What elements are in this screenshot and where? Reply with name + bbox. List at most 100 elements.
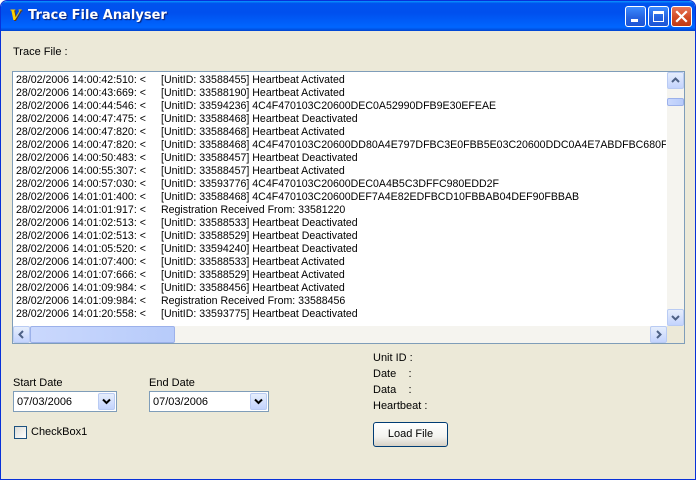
checkbox1[interactable] (14, 426, 27, 439)
scroll-up-button[interactable] (667, 72, 684, 89)
trace-timestamp: 28/02/2006 14:00:55:307: < (16, 165, 146, 177)
trace-line[interactable]: 28/02/2006 14:01:07:400: < [UnitID: 33588… (16, 256, 666, 269)
trace-message: [UnitID: 33588457] Heartbeat Deactivated (161, 152, 358, 164)
trace-line[interactable]: 28/02/2006 14:01:02:513: < [UnitID: 33588… (16, 217, 666, 230)
trace-timestamp: 28/02/2006 14:01:07:666: < (16, 269, 146, 281)
trace-line[interactable]: 28/02/2006 14:01:09:984: < Registration R… (16, 295, 666, 308)
trace-message: [UnitID: 33588457] Heartbeat Activated (161, 165, 345, 177)
trace-line[interactable]: 28/02/2006 14:00:47:475: < [UnitID: 33588… (16, 113, 666, 126)
trace-timestamp: 28/02/2006 14:00:47:820: < (16, 139, 146, 151)
unit-id-label: Unit ID : (373, 352, 413, 364)
trace-timestamp: 28/02/2006 14:00:43:669: < (16, 87, 146, 99)
trace-line[interactable]: 28/02/2006 14:01:07:666: < [UnitID: 33588… (16, 269, 666, 282)
horizontal-scroll-thumb[interactable] (30, 326, 175, 343)
heartbeat-label: Heartbeat : (373, 400, 428, 412)
start-date-value: 07/03/2006 (17, 396, 73, 408)
trace-list[interactable]: 28/02/2006 14:00:42:510: < [UnitID: 33588… (12, 71, 685, 344)
trace-timestamp: 28/02/2006 14:00:50:483: < (16, 152, 146, 164)
trace-line[interactable]: 28/02/2006 14:00:44:546: < [UnitID: 33594… (16, 100, 666, 113)
title-bar[interactable]: V Trace File Analyser (1, 1, 695, 31)
minimize-icon (631, 19, 638, 22)
trace-message: [UnitID: 33588455] Heartbeat Activated (161, 74, 345, 86)
scrollbar-corner (667, 326, 684, 343)
trace-timestamp: 28/02/2006 14:01:07:400: < (16, 256, 146, 268)
trace-message: [UnitID: 33588468] Heartbeat Deactivated (161, 113, 358, 125)
chevron-left-icon (18, 330, 24, 339)
trace-timestamp: 28/02/2006 14:01:09:984: < (16, 295, 146, 307)
trace-timestamp: 28/02/2006 14:00:42:510: < (16, 74, 146, 86)
checkbox1-label[interactable]: CheckBox1 (31, 426, 87, 438)
trace-line[interactable]: 28/02/2006 14:01:05:520: < [UnitID: 33594… (16, 243, 666, 256)
trace-timestamp: 28/02/2006 14:00:44:546: < (16, 100, 146, 112)
date-label: Date : (373, 368, 412, 380)
trace-line[interactable]: 28/02/2006 14:01:20:558: < [UnitID: 33593… (16, 308, 666, 321)
trace-message: [UnitID: 33588533] Heartbeat Deactivated (161, 217, 358, 229)
trace-line[interactable]: 28/02/2006 14:00:57:030: < [UnitID: 33593… (16, 178, 666, 191)
horizontal-scrollbar[interactable] (13, 326, 667, 343)
trace-message: [UnitID: 33593775] Heartbeat Deactivated (161, 308, 358, 320)
trace-line[interactable]: 28/02/2006 14:00:42:510: < [UnitID: 33588… (16, 74, 666, 87)
start-date-label: Start Date (13, 377, 63, 389)
trace-timestamp: 28/02/2006 14:01:09:984: < (16, 282, 146, 294)
start-date-picker[interactable]: 07/03/2006 (13, 391, 117, 412)
trace-timestamp: 28/02/2006 14:01:01:400: < (16, 191, 146, 203)
close-button[interactable] (671, 6, 692, 27)
close-icon (675, 10, 688, 23)
trace-message: [UnitID: 33588468] 4C4F470103C20600DEF7A… (161, 191, 580, 203)
trace-line[interactable]: 28/02/2006 14:00:43:669: < [UnitID: 33588… (16, 87, 666, 100)
trace-timestamp: 28/02/2006 14:01:02:513: < (16, 230, 146, 242)
vertical-scroll-thumb[interactable] (667, 98, 684, 106)
chevron-down-icon (254, 398, 263, 405)
trace-line[interactable]: 28/02/2006 14:01:01:917: < Registration R… (16, 204, 666, 217)
trace-message: [UnitID: 33588468] Heartbeat Activated (161, 126, 345, 138)
main-window: V Trace File Analyser Trace File : 28/02… (0, 0, 696, 480)
trace-timestamp: 28/02/2006 14:00:57:030: < (16, 178, 146, 190)
delphi-app-icon: V (9, 8, 21, 24)
start-date-dropdown-button[interactable] (98, 393, 115, 410)
end-date-label: End Date (149, 377, 195, 389)
trace-message: [UnitID: 33588533] Heartbeat Activated (161, 256, 345, 268)
maximize-button[interactable] (648, 6, 669, 27)
trace-line[interactable]: 28/02/2006 14:01:09:984: < [UnitID: 33588… (16, 282, 666, 295)
end-date-dropdown-button[interactable] (250, 393, 267, 410)
minimize-button[interactable] (625, 6, 646, 27)
trace-message: [UnitID: 33588456] Heartbeat Activated (161, 282, 345, 294)
load-file-button[interactable]: Load File (373, 422, 448, 447)
trace-timestamp: 28/02/2006 14:01:20:558: < (16, 308, 146, 320)
trace-lines: 28/02/2006 14:00:42:510: < [UnitID: 33588… (16, 74, 666, 325)
scroll-left-button[interactable] (13, 326, 30, 343)
trace-message: Registration Received From: 33588456 (161, 295, 346, 307)
trace-message: [UnitID: 33588190] Heartbeat Activated (161, 87, 345, 99)
chevron-up-icon (671, 77, 680, 83)
scroll-right-button[interactable] (650, 326, 667, 343)
trace-timestamp: 28/02/2006 14:01:02:513: < (16, 217, 146, 229)
data-label: Data : (373, 384, 412, 396)
trace-line[interactable]: 28/02/2006 14:00:47:820: < [UnitID: 33588… (16, 139, 666, 152)
trace-message: [UnitID: 33594240] Heartbeat Deactivated (161, 243, 358, 255)
window-title: Trace File Analyser (28, 8, 167, 23)
chevron-down-icon (102, 398, 111, 405)
trace-message: Registration Received From: 33581220 (161, 204, 346, 216)
trace-timestamp: 28/02/2006 14:00:47:475: < (16, 113, 146, 125)
trace-file-label: Trace File : (13, 46, 68, 58)
end-date-value: 07/03/2006 (153, 396, 209, 408)
end-date-picker[interactable]: 07/03/2006 (149, 391, 269, 412)
trace-line[interactable]: 28/02/2006 14:01:02:513: < [UnitID: 33588… (16, 230, 666, 243)
trace-message: [UnitID: 33594236] 4C4F470103C20600DEC0A… (161, 100, 497, 112)
trace-line[interactable]: 28/02/2006 14:00:47:820: < [UnitID: 33588… (16, 126, 666, 139)
trace-message: [UnitID: 33588529] Heartbeat Activated (161, 269, 345, 281)
trace-line[interactable]: 28/02/2006 14:00:55:307: < [UnitID: 33588… (16, 165, 666, 178)
vertical-scrollbar[interactable] (667, 72, 684, 326)
scroll-down-button[interactable] (667, 309, 684, 326)
trace-message: [UnitID: 33593776] 4C4F470103C20600DEC0A… (161, 178, 500, 190)
trace-line[interactable]: 28/02/2006 14:00:50:483: < [UnitID: 33588… (16, 152, 666, 165)
chevron-down-icon (671, 315, 680, 321)
trace-timestamp: 28/02/2006 14:00:47:820: < (16, 126, 146, 138)
trace-message: [UnitID: 33588468] 4C4F470103C20600DD80A… (161, 139, 666, 151)
trace-line[interactable]: 28/02/2006 14:01:01:400: < [UnitID: 33588… (16, 191, 666, 204)
trace-timestamp: 28/02/2006 14:01:01:917: < (16, 204, 146, 216)
trace-timestamp: 28/02/2006 14:01:05:520: < (16, 243, 146, 255)
maximize-icon (653, 11, 664, 22)
trace-message: [UnitID: 33588529] Heartbeat Deactivated (161, 230, 358, 242)
chevron-right-icon (656, 330, 662, 339)
